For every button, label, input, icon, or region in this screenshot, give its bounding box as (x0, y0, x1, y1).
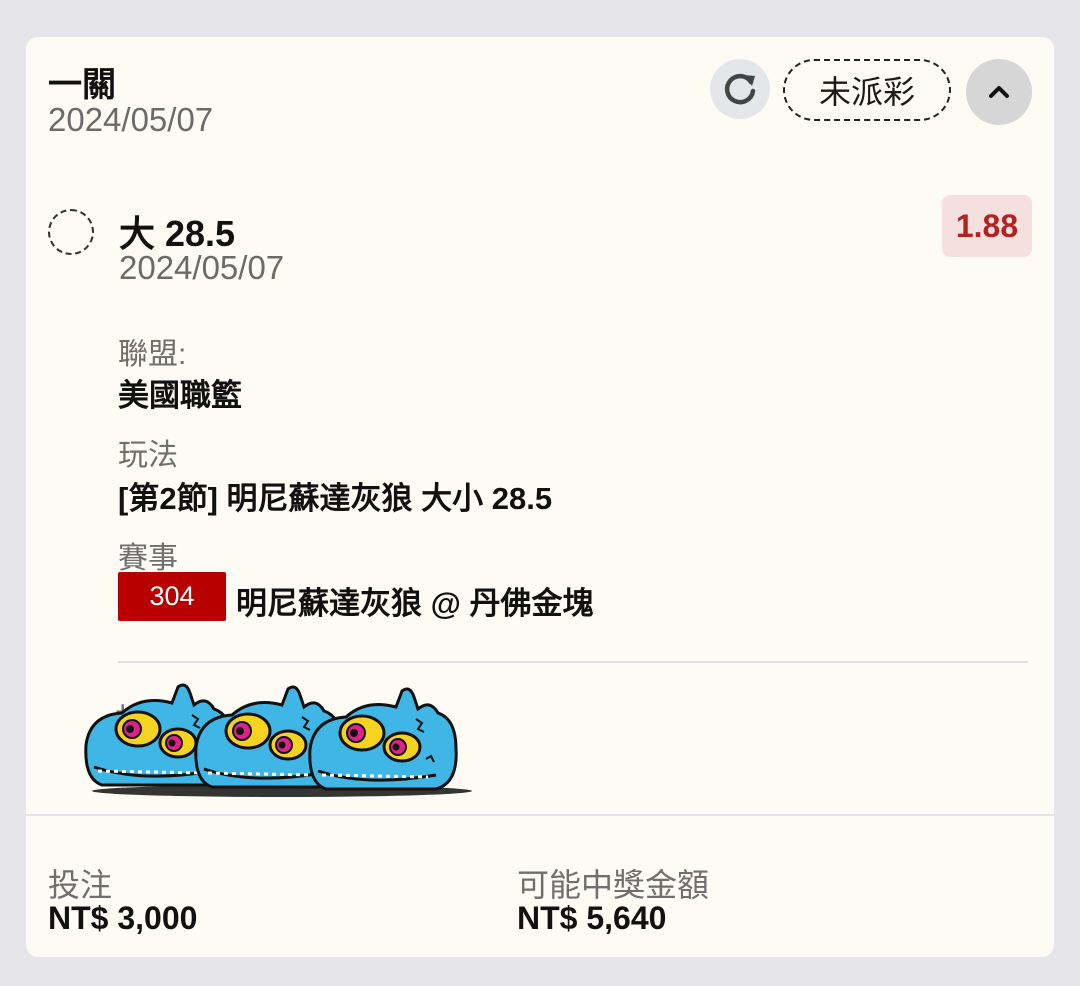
bet-date: 2024/05/07 (48, 101, 214, 138)
bet-type-title: 一關 (48, 66, 116, 104)
payout-value: NT$ 5,640 (517, 900, 667, 936)
stake-value: NT$ 3,000 (48, 900, 198, 936)
footer-divider (26, 814, 1054, 816)
collapse-button[interactable] (966, 59, 1032, 125)
odds-badge: 1.88 (942, 195, 1032, 257)
refresh-icon (724, 73, 756, 105)
bet-card: 一關 2024/05/07 未派彩 大 28.5 2024/05/07 1.88… (26, 37, 1054, 957)
event-label: 賽事 (118, 542, 178, 575)
event-value: 明尼蘇達灰狼 @ 丹佛金塊 (236, 586, 594, 621)
refresh-button[interactable] (710, 59, 770, 119)
event-code-badge: 304 (118, 572, 226, 621)
league-label: 聯盟: (118, 338, 187, 371)
play-value: [第2節] 明尼蘇達灰狼 大小 28.5 (118, 481, 553, 516)
league-value: 美國職籃 (118, 378, 242, 413)
divider (118, 661, 1028, 663)
play-label: 玩法 (118, 439, 178, 472)
chevron-up-icon (989, 86, 1009, 98)
selection-date: 2024/05/07 (119, 249, 285, 286)
crocodile-mascot-icon (84, 683, 472, 797)
status-badge: 未派彩 (783, 59, 951, 121)
selection-status-icon (48, 209, 94, 255)
